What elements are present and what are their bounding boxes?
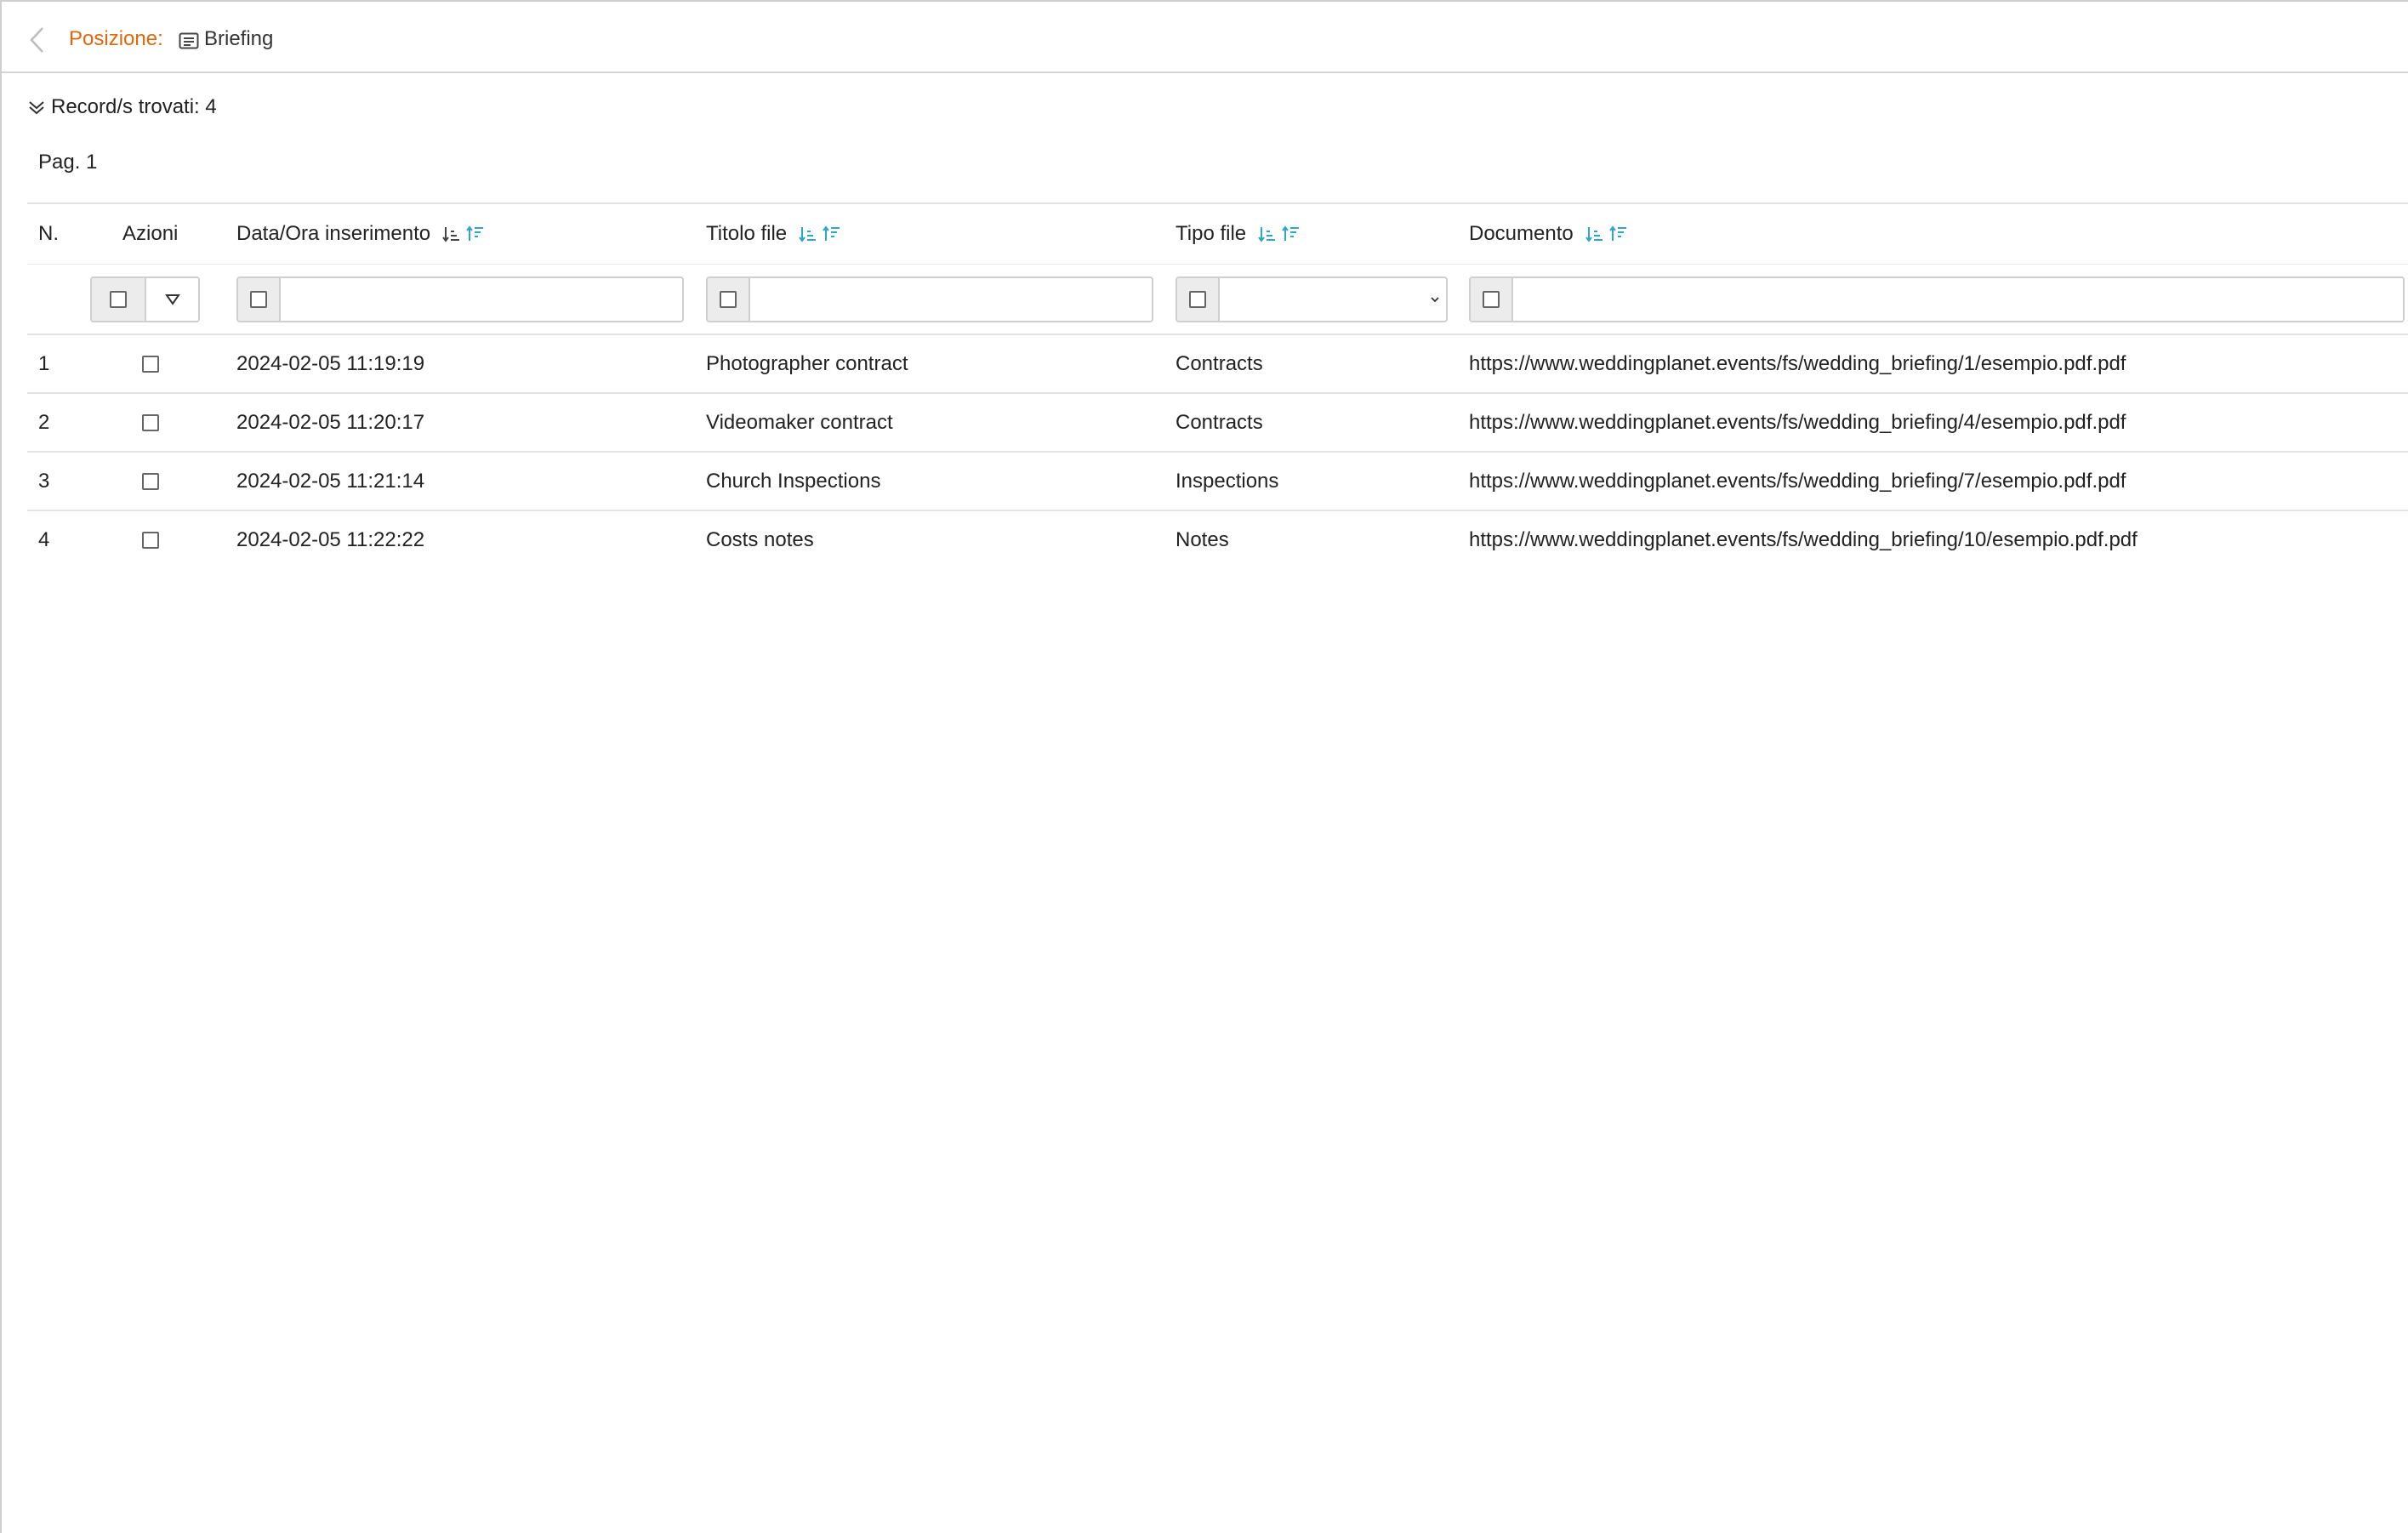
row-title: Church Inspections xyxy=(706,469,881,493)
date-filter-checkbox[interactable] xyxy=(250,291,267,308)
document-filter-checkbox-wrap xyxy=(1471,278,1513,321)
title-filter xyxy=(706,276,1153,322)
row-number: 2 xyxy=(38,410,50,434)
sort-controls xyxy=(1585,225,1628,243)
sort-ascending-icon[interactable] xyxy=(442,225,461,243)
row-title: Photographer contract xyxy=(706,351,908,375)
page-indicator: Pag. 1 xyxy=(38,151,98,174)
header-date-label: Data/Ora inserimento xyxy=(236,222,431,245)
sort-descending-icon[interactable] xyxy=(1608,225,1628,243)
title-filter-input[interactable] xyxy=(750,278,1152,321)
chevron-down-icon xyxy=(1431,297,1439,303)
row-date: 2024-02-05 11:22:22 xyxy=(236,527,425,551)
header-date: Data/Ora inserimento xyxy=(236,204,485,264)
row-number: 4 xyxy=(38,527,50,551)
breadcrumb-label: Posizione: xyxy=(69,27,163,50)
select-all-checkbox-wrap xyxy=(92,278,146,321)
bulk-actions xyxy=(90,276,200,322)
header-document: Documento xyxy=(1469,204,1628,264)
row-checkbox[interactable] xyxy=(142,413,159,431)
header-type: Tipo file xyxy=(1176,204,1301,264)
sort-controls xyxy=(1258,225,1301,243)
row-select-wrap xyxy=(142,511,159,568)
select-all-checkbox[interactable] xyxy=(110,291,127,308)
sort-ascending-icon[interactable] xyxy=(799,225,817,243)
row-checkbox[interactable] xyxy=(142,531,159,549)
header-title: Titolo file xyxy=(706,204,841,264)
type-filter-select[interactable] xyxy=(1220,278,1446,321)
filter-row xyxy=(27,264,2408,333)
document-filter xyxy=(1469,276,2405,322)
row-checkbox[interactable] xyxy=(142,472,159,490)
sort-descending-icon[interactable] xyxy=(1282,225,1301,243)
type-filter-checkbox[interactable] xyxy=(1189,291,1206,308)
triangle-down-icon xyxy=(164,294,180,305)
table-row: 1 2024-02-05 11:19:19 Photographer contr… xyxy=(27,333,2408,392)
row-number: 1 xyxy=(38,351,50,375)
row-select-wrap xyxy=(142,453,159,510)
header-actions: Azioni xyxy=(122,222,179,245)
row-checkbox[interactable] xyxy=(142,355,159,373)
sort-descending-icon[interactable] xyxy=(823,225,841,243)
breadcrumb-bar: Posizione: Briefing xyxy=(2,2,2408,73)
header-document-label: Documento xyxy=(1469,222,1574,245)
table-header: N. Azioni Data/Ora inserimento Titolo fi… xyxy=(27,202,2408,264)
header-title-label: Titolo file xyxy=(706,222,788,245)
records-toggle[interactable]: Record/s trovati: 4 xyxy=(27,95,217,119)
row-type: Contracts xyxy=(1176,410,1263,434)
row-number: 3 xyxy=(38,469,50,493)
document-filter-checkbox[interactable] xyxy=(1483,291,1500,308)
sort-descending-icon[interactable] xyxy=(466,225,485,243)
sort-controls xyxy=(799,225,841,243)
document-filter-input[interactable] xyxy=(1513,278,2403,321)
date-filter-input[interactable] xyxy=(281,278,682,321)
row-document-link[interactable]: https://www.weddingplanet.events/fs/wedd… xyxy=(1469,394,2126,451)
row-type: Notes xyxy=(1176,527,1229,551)
documents-table: N. Azioni Data/Ora inserimento Titolo fi… xyxy=(27,202,2408,568)
header-type-label: Tipo file xyxy=(1176,222,1247,245)
row-document-link[interactable]: https://www.weddingplanet.events/fs/wedd… xyxy=(1469,335,2126,392)
header-n: N. xyxy=(38,222,59,245)
table-row: 3 2024-02-05 11:21:14 Church Inspections… xyxy=(27,451,2408,510)
row-select-wrap xyxy=(142,335,159,392)
table-row: 4 2024-02-05 11:22:22 Costs notes Notes … xyxy=(27,510,2408,568)
row-date: 2024-02-05 11:20:17 xyxy=(236,410,425,434)
records-count: Record/s trovati: 4 xyxy=(51,95,217,118)
date-filter xyxy=(236,276,684,322)
row-title: Videomaker contract xyxy=(706,410,893,434)
row-type: Inspections xyxy=(1176,469,1279,493)
chevron-left-icon xyxy=(30,27,43,53)
document-icon xyxy=(179,32,199,49)
row-title: Costs notes xyxy=(706,527,814,551)
row-document-link[interactable]: https://www.weddingplanet.events/fs/wedd… xyxy=(1469,453,2126,510)
breadcrumb-current: Briefing xyxy=(204,27,274,50)
sort-ascending-icon[interactable] xyxy=(1258,225,1277,243)
bulk-actions-dropdown[interactable] xyxy=(146,278,198,321)
date-filter-checkbox-wrap xyxy=(238,278,281,321)
row-date: 2024-02-05 11:21:14 xyxy=(236,469,425,493)
row-document-link[interactable]: https://www.weddingplanet.events/fs/wedd… xyxy=(1469,511,2138,568)
row-select-wrap xyxy=(142,394,159,451)
back-button[interactable] xyxy=(26,26,49,54)
double-chevron-down-icon xyxy=(29,101,44,115)
row-type: Contracts xyxy=(1176,351,1263,375)
type-filter-checkbox-wrap xyxy=(1177,278,1220,321)
title-filter-checkbox[interactable] xyxy=(720,291,737,308)
title-filter-checkbox-wrap xyxy=(708,278,750,321)
sort-controls xyxy=(442,225,485,243)
row-date: 2024-02-05 11:19:19 xyxy=(236,351,425,375)
table-row: 2 2024-02-05 11:20:17 Videomaker contrac… xyxy=(27,392,2408,451)
sort-ascending-icon[interactable] xyxy=(1585,225,1604,243)
type-filter xyxy=(1176,276,1448,322)
